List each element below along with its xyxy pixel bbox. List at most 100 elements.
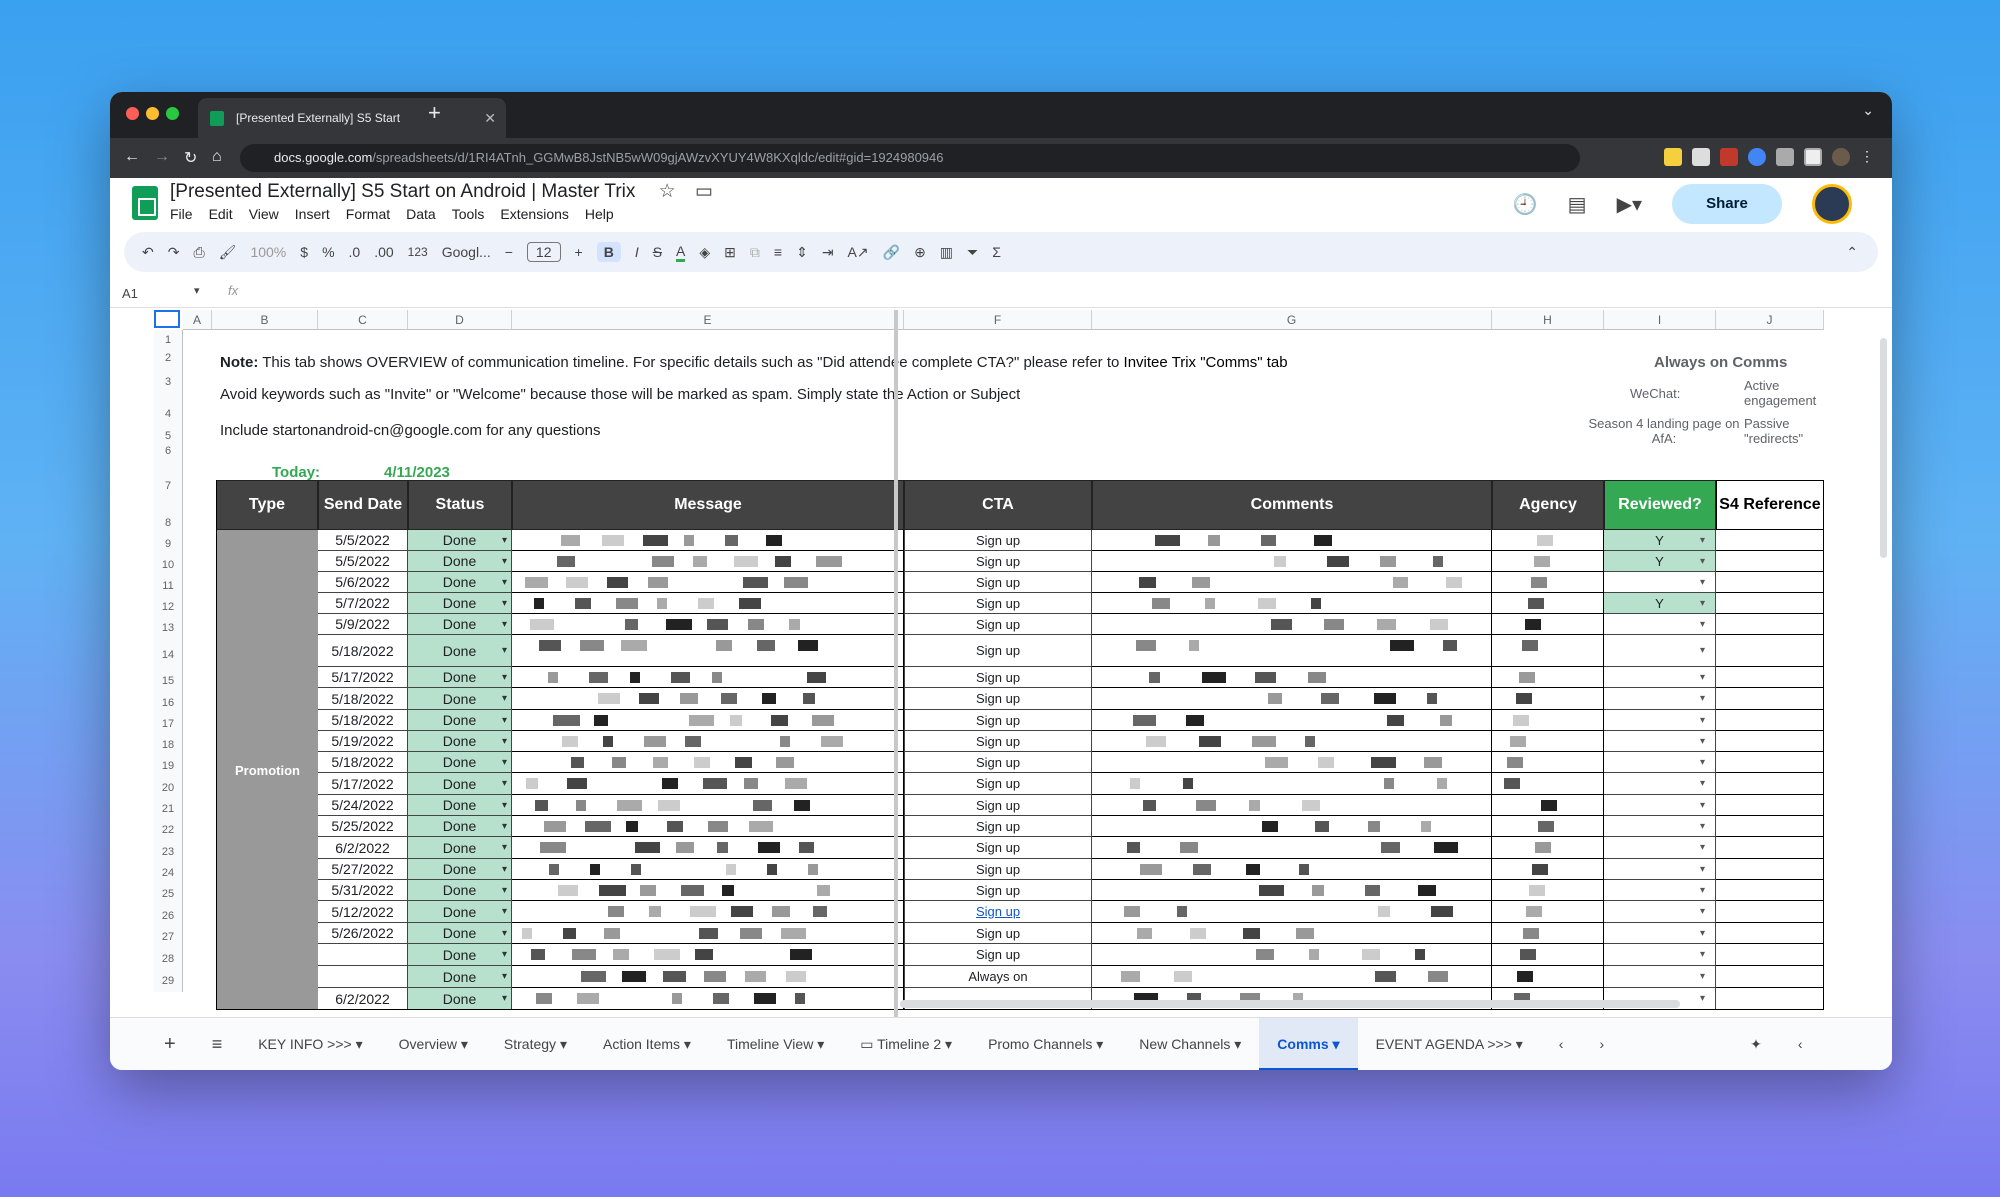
row-header[interactable]: 22: [154, 820, 183, 841]
link-icon[interactable]: 🔗: [883, 244, 900, 261]
selected-cell-a1[interactable]: [154, 310, 180, 328]
sheet-tab-event-agenda[interactable]: EVENT AGENDA >>> ▾: [1358, 1018, 1541, 1071]
font-size-input[interactable]: 12: [526, 242, 561, 262]
back-icon[interactable]: ←: [124, 148, 140, 166]
print-icon[interactable]: ⎙: [193, 244, 204, 261]
column-header[interactable]: H: [1492, 310, 1604, 330]
text-color-icon[interactable]: A: [676, 243, 686, 262]
add-sheet-icon[interactable]: +: [110, 1018, 194, 1071]
row-header[interactable]: 17: [154, 714, 183, 735]
decrease-font-icon[interactable]: −: [505, 244, 513, 260]
row-header[interactable]: 14: [154, 639, 183, 671]
doc-title[interactable]: [Presented Externally] S5 Start on Andro…: [170, 180, 713, 203]
sheets-logo-icon[interactable]: [132, 186, 158, 220]
sheet-tab-overview[interactable]: Overview ▾: [381, 1018, 486, 1071]
extension-icon[interactable]: [1720, 148, 1738, 166]
row-header[interactable]: 15: [154, 671, 183, 692]
extension-icon[interactable]: [1692, 148, 1710, 166]
functions-icon[interactable]: Σ: [992, 244, 1001, 260]
sheet-tab-strategy[interactable]: Strategy ▾: [486, 1018, 585, 1071]
filter-icon[interactable]: ⏷: [967, 244, 978, 261]
row-header[interactable]: 19: [154, 756, 183, 777]
merge-cells-icon[interactable]: ⧉: [750, 244, 760, 261]
zoom-select[interactable]: 100%: [250, 244, 286, 260]
reload-icon[interactable]: ↻: [184, 148, 197, 168]
spreadsheet-grid[interactable]: A B C D E F G H I J 1 2 3 4 5 6 7 8 9 10 11 12 13 14 15 16 17 18 19 2…: [154, 310, 1880, 1014]
extension-icon[interactable]: [1748, 148, 1766, 166]
row-header[interactable]: 7: [154, 460, 183, 512]
comments-icon[interactable]: ▤: [1568, 192, 1587, 217]
percent-button[interactable]: %: [322, 244, 334, 260]
row-header[interactable]: 3: [154, 366, 183, 398]
menu-extensions[interactable]: Extensions: [500, 206, 568, 222]
row-header[interactable]: 23: [154, 841, 183, 863]
column-header[interactable]: E: [512, 310, 904, 330]
move-folder-icon[interactable]: ▭: [695, 181, 713, 202]
new-tab-icon[interactable]: +: [428, 100, 441, 126]
row-header[interactable]: 29: [154, 970, 183, 992]
browser-tab[interactable]: [Presented Externally] S5 Start ✕: [198, 98, 506, 138]
row-header[interactable]: 26: [154, 905, 183, 927]
redo-icon[interactable]: ↷: [168, 244, 180, 261]
all-sheets-icon[interactable]: ≡: [194, 1018, 241, 1071]
row-header[interactable]: 6: [154, 442, 183, 460]
fill-color-icon[interactable]: ◈: [699, 244, 710, 261]
row-header[interactable]: 13: [154, 618, 183, 639]
increase-font-icon[interactable]: +: [575, 244, 583, 260]
row-header[interactable]: 4: [154, 398, 183, 430]
url-field[interactable]: docs.google.com/spreadsheets/d/1RI4ATnh_…: [240, 144, 1580, 172]
comment-icon[interactable]: ⊕: [914, 244, 926, 261]
menu-file[interactable]: File: [170, 206, 193, 222]
frozen-column-divider[interactable]: [894, 310, 898, 1020]
row-header[interactable]: 24: [154, 863, 183, 884]
scroll-tabs-left-icon[interactable]: ‹: [1541, 1018, 1582, 1071]
name-box[interactable]: A1: [122, 286, 138, 301]
chart-icon[interactable]: ▥: [940, 244, 953, 261]
forward-icon[interactable]: →: [154, 148, 170, 166]
sheet-tab-comms[interactable]: Comms ▾: [1259, 1017, 1358, 1070]
extension-icon[interactable]: [1664, 148, 1682, 166]
italic-icon[interactable]: I: [635, 244, 639, 260]
column-header[interactable]: A: [183, 310, 212, 330]
scroll-tabs-right-icon[interactable]: ›: [1581, 1018, 1622, 1071]
vertical-align-icon[interactable]: ⇕: [796, 244, 808, 261]
meet-icon[interactable]: ▶▾: [1617, 192, 1642, 217]
currency-button[interactable]: $: [300, 244, 308, 260]
row-header[interactable]: 16: [154, 692, 183, 714]
puzzle-icon[interactable]: [1776, 148, 1794, 166]
row-header[interactable]: 9: [154, 534, 183, 555]
row-header[interactable]: 27: [154, 927, 183, 948]
number-format-button[interactable]: 123: [408, 245, 428, 259]
row-header[interactable]: 2: [154, 350, 183, 366]
profile-icon[interactable]: [1832, 148, 1850, 166]
star-icon[interactable]: ☆: [659, 181, 676, 202]
column-header[interactable]: B: [212, 310, 318, 330]
bold-icon[interactable]: B: [596, 242, 621, 262]
column-header[interactable]: I: [1604, 310, 1716, 330]
row-header[interactable]: 10: [154, 555, 183, 576]
explore-icon[interactable]: ✦: [1732, 1018, 1780, 1071]
row-header[interactable]: 1: [154, 330, 183, 350]
share-button[interactable]: Share: [1672, 184, 1782, 224]
menu-data[interactable]: Data: [406, 206, 436, 222]
sheet-tab-action-items[interactable]: Action Items ▾: [585, 1018, 709, 1071]
name-box-dropdown-icon[interactable]: ▾: [194, 284, 200, 297]
horizontal-scrollbar[interactable]: [900, 1000, 1680, 1008]
side-panel-toggle-icon[interactable]: ‹: [1780, 1018, 1821, 1071]
undo-icon[interactable]: ↶: [142, 244, 154, 261]
sheet-tab-promo-channels[interactable]: Promo Channels ▾: [970, 1018, 1121, 1071]
collapse-toolbar-icon[interactable]: ⌃: [1846, 244, 1858, 261]
sheet-tab-new-channels[interactable]: New Channels ▾: [1121, 1018, 1259, 1071]
font-select[interactable]: Googl...: [442, 244, 491, 260]
row-header[interactable]: 5: [154, 430, 183, 442]
strikethrough-icon[interactable]: S: [653, 244, 662, 260]
maximize-window-icon[interactable]: [166, 107, 179, 120]
row-header[interactable]: 18: [154, 735, 183, 756]
row-header[interactable]: 12: [154, 597, 183, 618]
row-header[interactable]: 21: [154, 799, 183, 820]
more-menu-icon[interactable]: ⋮: [1860, 148, 1874, 166]
home-icon[interactable]: ⌂: [212, 148, 222, 166]
column-header[interactable]: F: [904, 310, 1092, 330]
sheet-tab-timeline-view[interactable]: Timeline View ▾: [709, 1018, 842, 1071]
sheet-tab-key-info[interactable]: KEY INFO >>> ▾: [240, 1018, 380, 1071]
